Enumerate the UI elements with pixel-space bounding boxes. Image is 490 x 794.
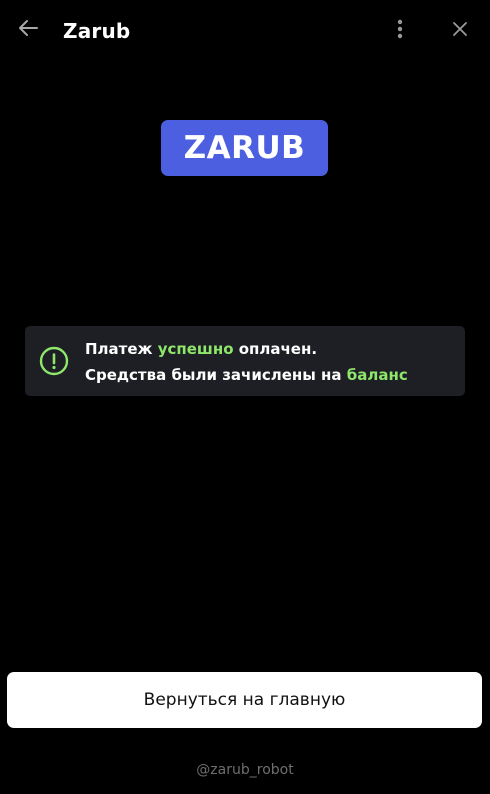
more-menu-button[interactable] xyxy=(388,16,412,46)
notice-line-1: Платеж успешно оплачен. xyxy=(85,339,317,359)
notice-line-2: Средства были зачислены на баланс xyxy=(85,365,408,385)
close-button[interactable] xyxy=(446,17,474,45)
top-bar: Zarub xyxy=(0,0,490,62)
notice-line-1-end: оплачен. xyxy=(233,340,318,358)
return-home-button[interactable]: Вернуться на главную xyxy=(7,672,482,728)
payment-success-notice: Платеж успешно оплачен. Средства были за… xyxy=(25,326,465,396)
logo-text: ZARUB xyxy=(183,130,306,166)
notice-success-word: успешно xyxy=(157,340,234,358)
notice-line-1-start: Платеж xyxy=(85,340,158,358)
more-vertical-icon xyxy=(397,19,403,43)
arrow-left-icon xyxy=(17,17,39,43)
back-button[interactable] xyxy=(14,16,42,44)
check-circle-icon xyxy=(39,346,69,376)
bot-handle: @zarub_robot xyxy=(196,762,294,778)
notice-line-2-start: Средства были зачислены на xyxy=(85,366,347,384)
close-icon xyxy=(452,21,468,41)
app-title: Zarub xyxy=(63,19,131,43)
zarub-logo: ZARUB xyxy=(161,120,328,176)
notice-balance-word: баланс xyxy=(346,366,408,384)
